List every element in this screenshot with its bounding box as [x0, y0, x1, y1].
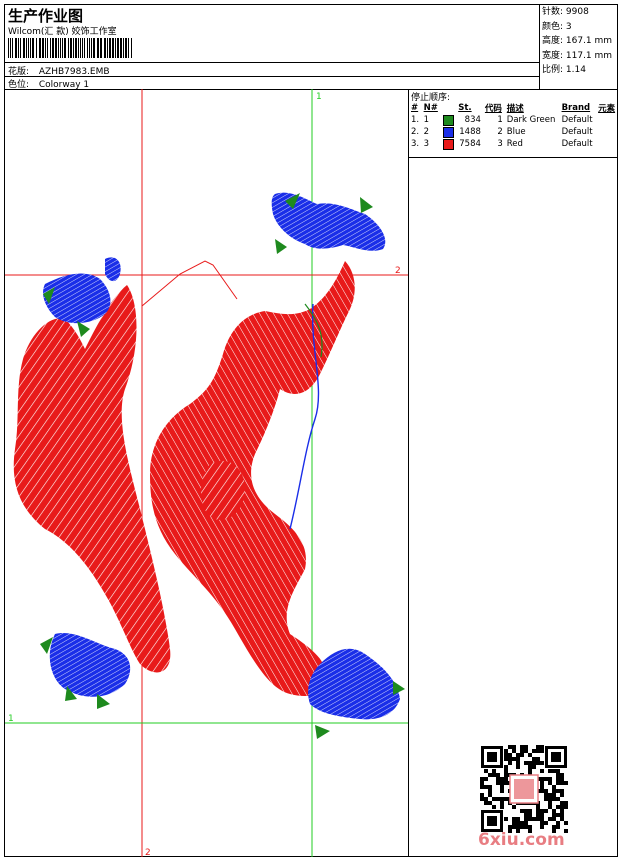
seq-cell: 3.	[411, 139, 420, 149]
guide-label-v1: 1	[316, 92, 322, 102]
needle-cell: 1	[423, 115, 430, 125]
stitch-cell: 1488	[459, 127, 481, 137]
seq-cell: 1.	[411, 115, 420, 125]
table-row: 1. 1 834 1 Dark Green Default	[409, 114, 618, 126]
studio-name: Wilcom(汇 款) 姣饰工作室	[8, 27, 117, 37]
design-width: 宽度: 117.1 mm	[542, 50, 613, 61]
qr-code	[480, 745, 568, 833]
table-header-row: # N# St. 代码 描述 Brand 元素	[409, 102, 618, 114]
element-cell	[596, 126, 618, 138]
color-swatch	[442, 114, 454, 126]
table-row: 2. 2 1488 2 Blue Default	[409, 126, 618, 138]
code-cell: 1	[497, 115, 503, 125]
jump-stitch	[141, 260, 238, 307]
guide-label-h2: 2	[395, 266, 401, 276]
swatch-cell	[441, 138, 457, 150]
seq-cell: 2.	[411, 127, 420, 137]
divider	[5, 62, 539, 63]
needle-cell: 2	[423, 127, 430, 137]
stitch-count: 针数: 9908	[542, 7, 589, 17]
barcode	[8, 38, 153, 58]
col-needle: N#	[423, 103, 438, 113]
embroidery-preview: 1 2 1 2	[5, 89, 408, 858]
scale-ratio: 比例: 1.14	[542, 65, 586, 75]
dragon-left	[13, 257, 171, 709]
col-swatch	[441, 102, 457, 114]
color-swatch	[442, 126, 454, 138]
col-element: 元素	[598, 104, 616, 114]
header-left: 生产作业图 Wilcom(汇 款) 姣饰工作室 花版: AZHB7983.EMB…	[5, 5, 540, 90]
swatch-cell	[441, 114, 457, 126]
production-sheet: 生产作业图 Wilcom(汇 款) 姣饰工作室 花版: AZHB7983.EMB…	[4, 4, 618, 858]
design-canvas: 1 2 1 2	[5, 89, 408, 858]
brand-cell: Default	[561, 115, 593, 125]
color-swatch	[442, 138, 454, 150]
color-stop-panel: 停止顺序: # N# St. 代码 描述 Brand 元素 1. 1 834 1 Dar…	[408, 89, 618, 857]
color-stop-table: # N# St. 代码 描述 Brand 元素 1. 1 834 1 Dark Gree…	[409, 102, 618, 150]
divider	[409, 157, 618, 158]
col-stitches: St.	[458, 103, 472, 113]
watermark: 6xiu.com	[478, 830, 565, 850]
col-brand: Brand	[561, 103, 591, 113]
guide-label-v2: 2	[145, 848, 151, 857]
page-title: 生产作业图	[8, 7, 84, 25]
qr-code-graphic	[480, 745, 568, 833]
code-cell: 2	[497, 127, 503, 137]
code-cell: 3	[497, 139, 503, 149]
col-code: 代码	[484, 104, 502, 114]
swatch-cell	[441, 126, 457, 138]
stitch-cell: 7584	[459, 139, 481, 149]
design-height: 高度: 167.1 mm	[542, 36, 613, 46]
col-desc: 描述	[506, 104, 524, 114]
header: 生产作业图 Wilcom(汇 款) 姣饰工作室 花版: AZHB7983.EMB…	[5, 5, 617, 90]
table-row: 3. 3 7584 3 Red Default	[409, 138, 618, 150]
guide-label-h1: 1	[8, 714, 14, 724]
color-count: 颜色: 3	[542, 21, 572, 32]
col-seq: #	[411, 103, 419, 113]
desc-cell: Blue	[506, 127, 526, 137]
desc-cell: Dark Green	[506, 115, 556, 125]
element-cell	[596, 138, 618, 150]
design-stats: 针数: 9908 颜色: 3 高度: 167.1 mm 宽度: 117.1 mm…	[542, 5, 612, 78]
desc-cell: Red	[506, 139, 523, 149]
needle-cell: 3	[423, 139, 430, 149]
brand-cell: Default	[561, 139, 593, 149]
stitch-cell: 834	[464, 115, 481, 125]
element-cell	[596, 114, 618, 126]
brand-cell: Default	[561, 127, 593, 137]
